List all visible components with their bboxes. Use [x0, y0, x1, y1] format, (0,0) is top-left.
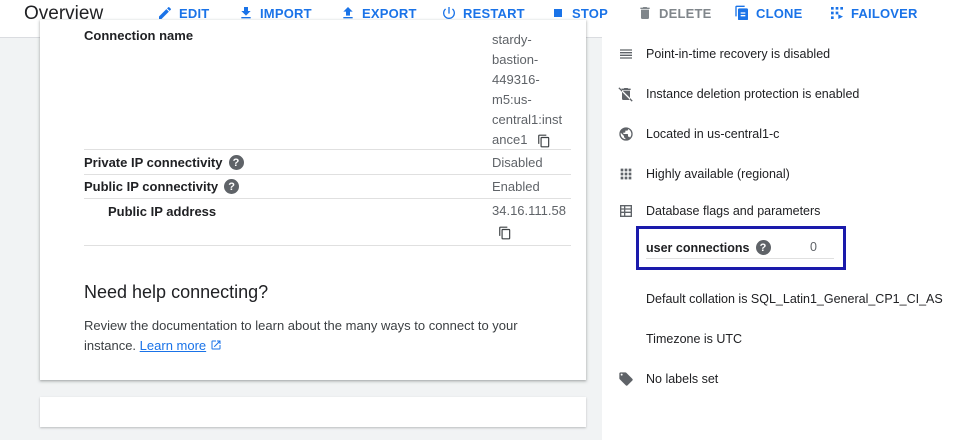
restart-icon	[443, 7, 455, 19]
connection-name-value: stardy- bastion- 449316- m5:us- central1…	[492, 32, 563, 148]
table-icon	[620, 205, 632, 217]
help-heading: Need help connecting?	[84, 282, 269, 302]
failover-icon	[831, 7, 843, 19]
help-icon[interactable]: ?	[755, 240, 771, 255]
copy-icon[interactable]	[498, 226, 512, 240]
edit-icon	[159, 6, 171, 19]
public-ip-address-value: 34.16.111.58	[492, 203, 566, 218]
flag-value: 0	[810, 240, 817, 254]
location-item: Located in us-central1-c	[618, 126, 779, 142]
grid-icon	[620, 168, 632, 180]
private-ip-label: Private IP connectivity	[84, 155, 223, 170]
labels-item: No labels set	[618, 371, 718, 387]
flag-row: user connections ? 0	[646, 237, 834, 259]
delete-icon	[640, 7, 650, 19]
flags-item: Database flags and parameters	[618, 203, 820, 219]
help-icon[interactable]: ?	[228, 155, 244, 170]
timezone-text: Timezone is UTC	[646, 332, 743, 346]
private-ip-row: Private IP connectivity ? Disabled	[84, 151, 571, 175]
delete-protection-icon	[618, 87, 633, 102]
help-icon[interactable]: ?	[224, 179, 240, 194]
label-icon	[619, 372, 633, 386]
stop-icon	[554, 9, 562, 17]
pitr-item: Point-in-time recovery is disabled	[618, 46, 830, 62]
public-ip-row: Public IP connectivity ? Enabled	[84, 175, 571, 199]
availability-item: Highly available (regional)	[618, 166, 790, 182]
help-text: Review the documentation to learn about …	[84, 318, 518, 353]
globe-icon	[619, 127, 633, 141]
copy-icon[interactable]	[537, 134, 551, 148]
connection-name-label: Connection name	[84, 28, 194, 43]
clone-icon	[735, 5, 748, 21]
learn-more-link[interactable]: Learn more	[140, 338, 206, 353]
deletion-protection-item: Instance deletion protection is enabled	[618, 86, 859, 102]
list-icon	[620, 49, 632, 59]
next-card	[40, 397, 586, 427]
external-link-icon	[211, 340, 221, 350]
private-ip-value: Disabled	[492, 155, 543, 170]
import-icon	[241, 7, 251, 19]
public-ip-label: Public IP connectivity	[84, 179, 219, 194]
collation-text: Default collation is SQL_Latin1_General_…	[646, 292, 943, 306]
export-icon	[343, 7, 353, 19]
public-ip-value: Enabled	[492, 179, 540, 194]
public-ip-address-label: Public IP address	[108, 204, 217, 219]
flag-name: user connections	[646, 240, 750, 255]
connection-name-row: Connection name stardy- bastion- 449316-…	[84, 20, 571, 150]
public-ip-address-row: Public IP address 34.16.111.58	[84, 199, 571, 246]
